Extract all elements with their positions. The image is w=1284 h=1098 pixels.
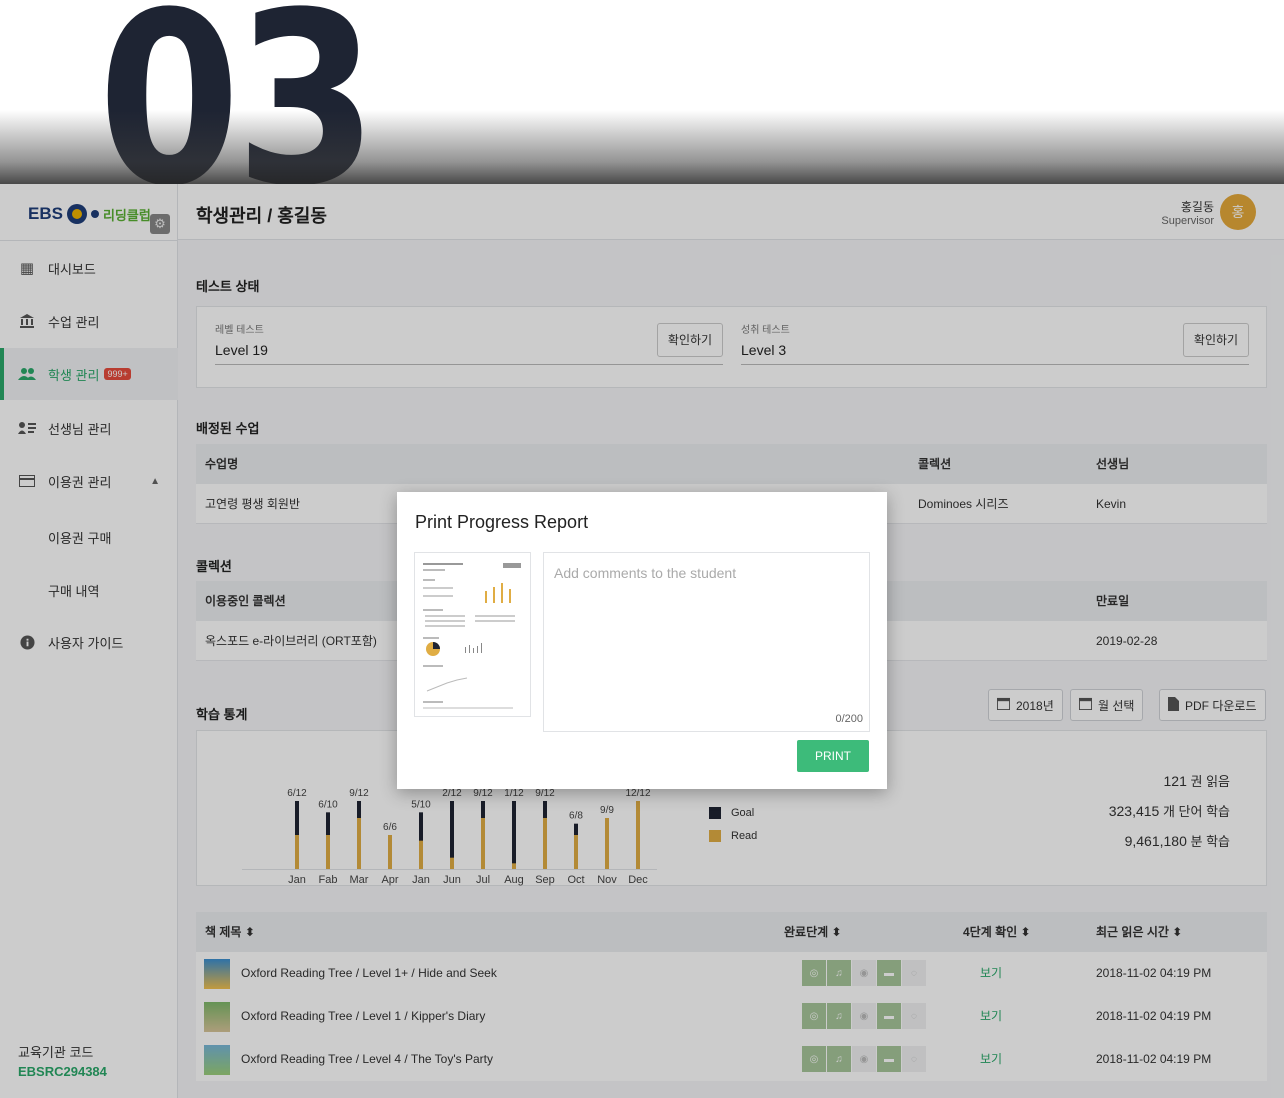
print-button[interactable]: PRINT — [797, 740, 869, 772]
comment-textarea[interactable]: Add comments to the student 0/200 — [543, 552, 870, 732]
hero-banner: 03 — [0, 0, 1284, 184]
print-report-modal: Print Progress Report Add comments to th… — [397, 492, 887, 789]
report-preview-thumbnail — [414, 552, 531, 717]
hero-shadow — [0, 110, 1284, 184]
modal-title: Print Progress Report — [415, 512, 589, 532]
character-counter: 0/200 — [835, 713, 863, 725]
comment-placeholder: Add comments to the student — [554, 565, 737, 581]
